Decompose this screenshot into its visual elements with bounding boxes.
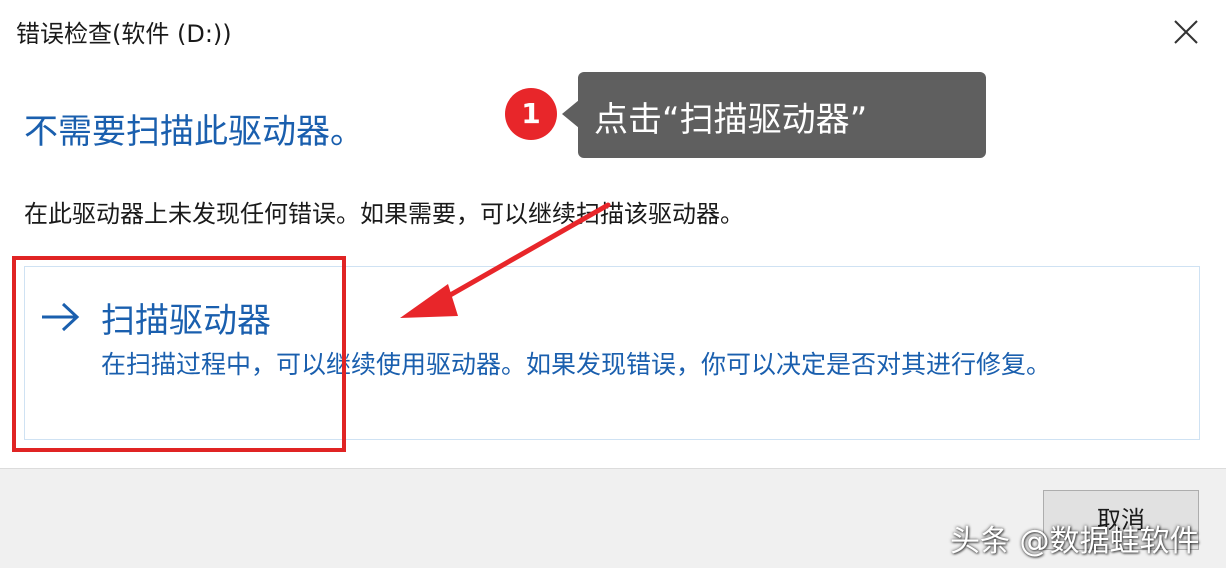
page-heading: 不需要扫描此驱动器。 [24,112,364,152]
watermark: 头条 @数据蛙软件 [950,524,1200,559]
status-description: 在此驱动器上未发现任何错误。如果需要，可以继续扫描该驱动器。 [24,200,744,228]
tooltip-tail [562,100,579,128]
close-icon [1174,20,1198,44]
step-badge: 1 [505,88,557,140]
close-button[interactable] [1168,14,1204,50]
title-bar: 错误检查(软件 (D:)) [0,0,1226,70]
highlight-box [12,256,346,452]
instruction-tooltip: 点击“扫描驱动器” [578,72,986,158]
window-title: 错误检查(软件 (D:)) [16,20,232,48]
